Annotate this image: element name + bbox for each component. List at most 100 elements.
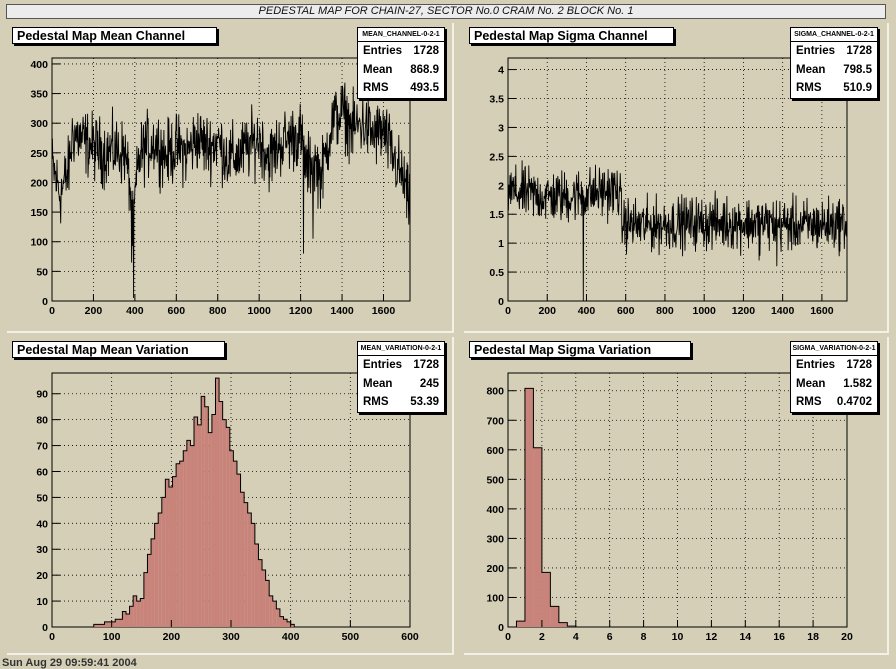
histogram-bar	[219, 401, 223, 627]
stats-value: 245	[419, 377, 439, 390]
histogram-bar	[172, 476, 177, 627]
stats-rms: RMS 510.9	[791, 79, 877, 98]
histogram-bar	[179, 461, 184, 627]
x-tick-label: 200	[163, 631, 181, 643]
y-tick-label: 100	[30, 237, 48, 249]
x-tick-label: 1000	[247, 305, 271, 317]
y-tick-label: 90	[36, 389, 48, 401]
histogram-bar	[244, 502, 248, 627]
y-tick-label: 350	[30, 89, 48, 101]
histogram-bar	[122, 611, 126, 627]
stats-label: RMS	[363, 82, 389, 94]
x-tick-label: 800	[656, 305, 674, 317]
stats-mean: Mean 245	[358, 375, 444, 394]
y-tick-label: 4	[498, 65, 504, 77]
y-tick-label: 40	[36, 518, 48, 530]
histogram-bar	[550, 606, 559, 627]
x-tick-label: 100	[103, 631, 121, 643]
stats-name: MEAN_CHANNEL-0-2-1	[358, 28, 444, 42]
stats-box: MEAN_CHANNEL-0-2-1 Entries 1728 Mean 868.9…	[357, 27, 445, 99]
stats-name: SIGMA_CHANNEL-0-2-1	[791, 28, 877, 42]
histogram-bar	[262, 569, 266, 627]
stats-value: 510.9	[843, 82, 872, 94]
histogram-bar	[254, 544, 259, 627]
histogram-bar	[104, 621, 109, 627]
histogram-bar	[236, 474, 241, 627]
y-tick-label: 2.5	[489, 151, 504, 163]
histogram-bar	[211, 414, 216, 627]
histogram-bar	[558, 622, 568, 627]
stats-label: Mean	[796, 377, 826, 390]
stats-value: 0.4702	[836, 396, 872, 408]
histogram-bar	[143, 572, 148, 627]
stats-label: RMS	[363, 396, 389, 408]
stats-entries: Entries 1728	[791, 42, 877, 61]
histogram-bar	[194, 417, 198, 627]
y-tick-label: 70	[36, 441, 48, 453]
histogram-bar	[215, 378, 220, 627]
x-tick-label: 1600	[372, 305, 396, 317]
y-tick-label: 1	[498, 238, 504, 250]
stats-mean: Mean 868.9	[358, 61, 444, 80]
x-tick-label: 400	[282, 631, 300, 643]
histogram-bar	[226, 427, 230, 627]
x-tick-label: 0	[505, 305, 511, 317]
y-tick-label: 400	[30, 59, 48, 71]
y-tick-label: 600	[486, 445, 504, 457]
histogram-bar	[197, 424, 202, 627]
stats-label: Entries	[796, 359, 835, 371]
histogram-bar	[524, 388, 534, 627]
y-tick-label: 500	[486, 474, 504, 486]
x-tick-label: 600	[617, 305, 635, 317]
stats-label: RMS	[796, 396, 822, 408]
y-tick-label: 250	[30, 148, 48, 160]
histogram-bar	[276, 608, 280, 627]
histogram-bar	[161, 497, 166, 627]
y-tick-label: 1.5	[489, 209, 504, 221]
histogram-bar	[115, 619, 119, 627]
stats-mean: Mean 1.582	[791, 375, 877, 394]
histogram-bar	[168, 487, 173, 627]
x-tick-label: 18	[807, 631, 819, 643]
stats-entries: Entries 1728	[791, 356, 877, 375]
y-tick-label: 50	[36, 266, 48, 278]
x-tick-label: 1600	[810, 305, 834, 317]
y-tick-label: 20	[36, 570, 48, 582]
histogram-bar	[183, 450, 187, 627]
histogram-bar	[272, 601, 277, 627]
stats-mean: Mean 798.5	[791, 61, 877, 80]
x-tick-label: 200	[85, 305, 103, 317]
histogram-bar	[151, 538, 155, 627]
histogram-bar	[287, 621, 291, 627]
stats-value: 53.39	[410, 396, 439, 408]
x-tick-label: 0	[49, 631, 55, 643]
y-tick-label: 200	[486, 563, 504, 575]
histogram-bar	[251, 523, 255, 627]
x-tick-label: 1200	[732, 305, 756, 317]
histogram-bar	[208, 432, 212, 627]
histogram-bar	[283, 619, 288, 627]
stats-label: Mean	[363, 377, 393, 390]
histogram-bar	[240, 492, 245, 627]
y-tick-label: 0	[42, 622, 48, 634]
y-tick-label: 400	[486, 504, 504, 516]
y-tick-label: 0.5	[489, 267, 504, 279]
histogram-bar	[154, 523, 159, 627]
stats-value: 1728	[413, 45, 439, 57]
x-tick-label: 6	[607, 631, 613, 643]
stats-label: RMS	[796, 82, 822, 94]
y-tick-label: 0	[498, 622, 504, 634]
y-tick-label: 100	[486, 592, 504, 604]
histogram-bar	[125, 614, 130, 627]
y-tick-label: 80	[36, 415, 48, 427]
stats-value: 868.9	[410, 63, 439, 76]
histogram-bar	[233, 461, 237, 627]
y-tick-label: 800	[486, 386, 504, 398]
x-tick-label: 500	[342, 631, 360, 643]
histogram-bar	[111, 621, 116, 627]
x-tick-label: 20	[841, 631, 853, 643]
histogram-bar	[133, 595, 137, 627]
histogram-bar	[201, 396, 205, 627]
stats-value: 1728	[846, 359, 872, 371]
histogram-bar	[158, 512, 162, 627]
